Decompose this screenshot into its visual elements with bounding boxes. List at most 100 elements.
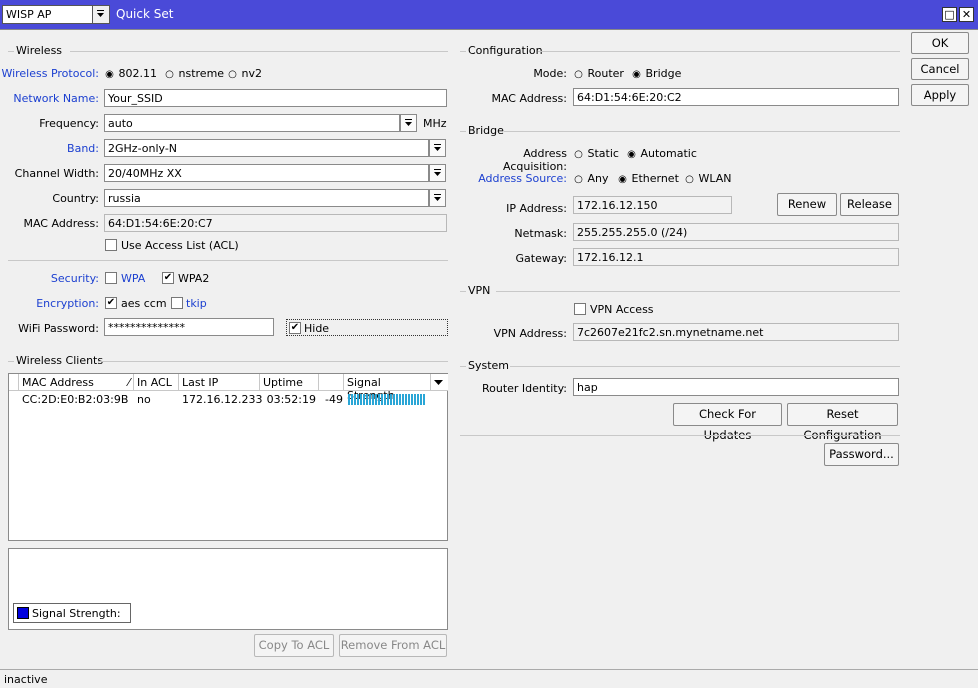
band-label: Band: xyxy=(67,142,99,155)
signal-legend: Signal Strength: xyxy=(13,603,131,623)
channel-width-dropdown-icon[interactable] xyxy=(429,164,446,182)
signal-bar xyxy=(348,394,428,405)
signal-bar-segment xyxy=(402,394,404,405)
signal-bar-segment xyxy=(393,394,395,405)
cancel-button[interactable]: Cancel xyxy=(911,58,969,80)
netmask-label: Netmask: xyxy=(514,227,567,240)
mode-radio-router[interactable]: ○ Router xyxy=(573,67,624,80)
wpa2-label: WPA2 xyxy=(178,272,210,285)
source-radio-any[interactable]: ○ Any xyxy=(573,172,608,185)
frequency-input[interactable]: auto xyxy=(104,114,400,132)
vpn-address-label: VPN Address: xyxy=(493,327,567,340)
column-header-signal-strength[interactable]: Signal Strength xyxy=(344,374,431,402)
network-name-input[interactable]: Your_SSID xyxy=(104,89,447,107)
table-cell-signal: -49 xyxy=(325,393,343,406)
signal-bar-segment xyxy=(399,394,401,405)
source-radio-wlan[interactable]: ○ WLAN xyxy=(684,172,732,185)
aes-ccm-label: aes ccm xyxy=(121,297,167,310)
check-for-updates-button[interactable]: Check For Updates xyxy=(673,403,782,442)
radio-label: 802.11 xyxy=(118,67,158,80)
wireless-clients-section: Wireless Clients xyxy=(8,354,448,368)
config-mac-input[interactable]: 64:D1:54:6E:20:C2 xyxy=(573,88,899,106)
clients-table[interactable]: MAC Address ⁄ In ACL Last IP Uptime Signa… xyxy=(8,373,448,541)
use-acl-label: Use Access List (ACL) xyxy=(121,239,239,252)
netmask-value: 255.255.255.0 (/24) xyxy=(573,223,899,241)
frequency-dropdown-icon[interactable] xyxy=(400,114,417,132)
radio-icon: ◉ xyxy=(632,69,641,80)
use-acl-checkbox[interactable] xyxy=(105,239,117,251)
system-section: System xyxy=(460,359,900,373)
protocol-radio-nv2[interactable]: ○ nv2 xyxy=(227,67,262,80)
radio-label: Bridge xyxy=(645,67,682,80)
router-identity-input[interactable]: hap xyxy=(573,378,899,396)
mode-select[interactable]: WISP AP xyxy=(2,5,110,24)
dropdown-arrow-icon[interactable] xyxy=(92,6,109,23)
radio-icon: ◉ xyxy=(618,174,627,185)
band-input[interactable]: 2GHz-only-N xyxy=(104,139,429,157)
apply-button[interactable]: Apply xyxy=(911,84,969,106)
close-icon[interactable]: ✕ xyxy=(959,7,974,22)
protocol-radio-80211[interactable]: ◉ 802.11 xyxy=(104,67,157,80)
security-label: Security: xyxy=(50,272,99,285)
radio-label: WLAN xyxy=(698,172,732,185)
section-title: System xyxy=(468,359,510,372)
wpa-label: WPA xyxy=(121,272,146,285)
column-header-mac[interactable]: MAC Address ⁄ xyxy=(19,374,134,391)
wpa-checkbox[interactable] xyxy=(105,272,117,284)
signal-bar-segment xyxy=(396,394,398,405)
section-title: VPN xyxy=(468,284,491,297)
hide-checkbox-focus[interactable]: ✔ Hide xyxy=(286,319,448,336)
table-cell-in-acl: no xyxy=(137,393,151,406)
country-input[interactable]: russia xyxy=(104,189,429,207)
radio-label: Automatic xyxy=(640,147,697,160)
column-chooser-icon[interactable] xyxy=(431,374,448,391)
signal-bar-segment xyxy=(420,394,422,405)
column-label: MAC Address xyxy=(22,376,94,389)
encryption-label: Encryption: xyxy=(36,297,99,310)
bridge-section: Bridge xyxy=(460,124,900,138)
wireless-section: Wireless xyxy=(8,44,448,58)
password-button[interactable]: Password... xyxy=(824,443,899,466)
sort-icon: ⁄ xyxy=(128,376,130,389)
signal-bar-segment xyxy=(375,394,377,405)
frequency-unit: MHz xyxy=(423,117,447,130)
restore-icon[interactable]: □ xyxy=(942,7,957,22)
acq-radio-automatic[interactable]: ◉ Automatic xyxy=(626,147,697,160)
column-header-uptime[interactable]: Uptime xyxy=(260,374,319,391)
channel-width-input[interactable]: 20/40MHz XX xyxy=(104,164,429,182)
signal-bar-segment xyxy=(366,394,368,405)
title-bar: WISP AP Quick Set □ ✕ xyxy=(0,0,978,30)
country-dropdown-icon[interactable] xyxy=(429,189,446,207)
mode-radio-bridge[interactable]: ◉ Bridge xyxy=(631,67,681,80)
signal-bar-segment xyxy=(423,394,425,405)
radio-icon: ○ xyxy=(574,149,583,160)
radio-icon: ◉ xyxy=(627,149,636,160)
renew-button[interactable]: Renew xyxy=(777,193,837,216)
acq-radio-static[interactable]: ○ Static xyxy=(573,147,619,160)
signal-bar-segment xyxy=(408,394,410,405)
source-radio-ethernet[interactable]: ◉ Ethernet xyxy=(617,172,679,185)
divider xyxy=(8,260,448,261)
signal-bar-segment xyxy=(414,394,416,405)
copy-to-acl-button[interactable]: Copy To ACL xyxy=(254,634,334,657)
ip-address-label: IP Address: xyxy=(506,202,567,215)
wifi-password-input[interactable]: ************** xyxy=(104,318,274,336)
protocol-radio-nstreme[interactable]: ○ nstreme xyxy=(164,67,224,80)
ok-button[interactable]: OK xyxy=(911,32,969,54)
band-dropdown-icon[interactable] xyxy=(429,139,446,157)
signal-bar-segment xyxy=(354,394,356,405)
hide-checkbox[interactable]: ✔ xyxy=(289,322,301,334)
wifi-password-label: WiFi Password: xyxy=(18,322,99,335)
remove-from-acl-button[interactable]: Remove From ACL xyxy=(339,634,447,657)
aes-ccm-checkbox[interactable]: ✔ xyxy=(105,297,117,309)
release-button[interactable]: Release xyxy=(840,193,899,216)
column-header-signal-value[interactable] xyxy=(319,374,344,391)
column-header-last-ip[interactable]: Last IP xyxy=(179,374,260,391)
tkip-checkbox[interactable] xyxy=(171,297,183,309)
vpn-access-checkbox[interactable] xyxy=(574,303,586,315)
vpn-section: VPN xyxy=(460,284,900,298)
column-header-in-acl[interactable]: In ACL xyxy=(134,374,179,391)
reset-configuration-button[interactable]: Reset Configuration xyxy=(787,403,898,442)
wpa2-checkbox[interactable]: ✔ xyxy=(162,272,174,284)
radio-label: Router xyxy=(587,67,624,80)
